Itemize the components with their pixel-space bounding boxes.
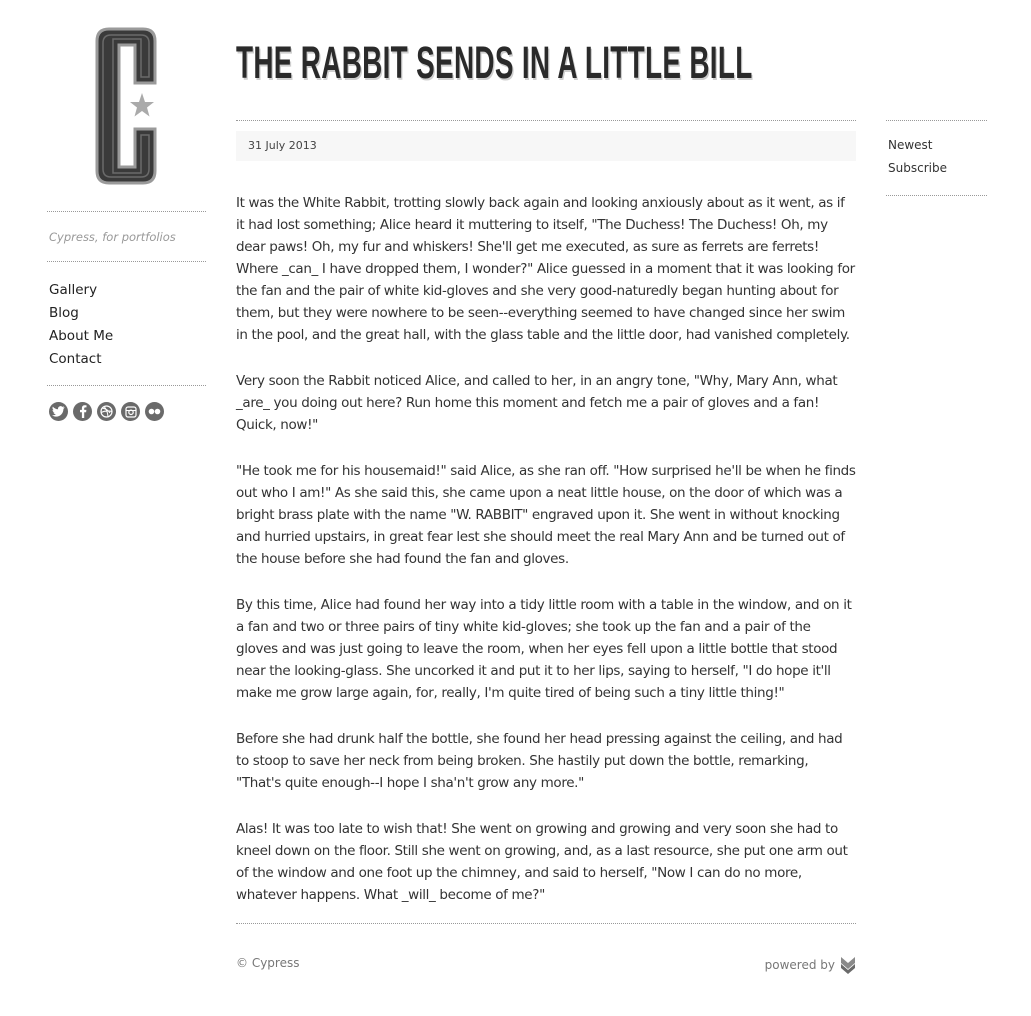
main-nav: Gallery Blog About Me Contact (49, 279, 113, 371)
instagram-icon[interactable] (121, 402, 140, 421)
star-icon (130, 93, 154, 117)
post-meta-bar: 31 July 2013 (236, 131, 856, 161)
powered-by-label: powered by (764, 958, 835, 972)
nav-item-subscribe[interactable]: Subscribe (888, 157, 947, 180)
divider (236, 120, 856, 121)
divider (886, 195, 987, 196)
post-paragraph: Very soon the Rabbit noticed Alice, and … (236, 373, 838, 433)
nav-item-newest[interactable]: Newest (888, 134, 947, 157)
nav-item-blog[interactable]: Blog (49, 302, 113, 325)
site-tagline: Cypress, for portfolios (49, 230, 176, 244)
twitter-icon[interactable] (49, 402, 68, 421)
nav-item-contact[interactable]: Contact (49, 348, 113, 371)
divider (47, 211, 206, 212)
post-date: 31 July 2013 (248, 139, 317, 152)
divider (47, 385, 206, 386)
nav-item-about-me[interactable]: About Me (49, 325, 113, 348)
social-links (49, 402, 164, 421)
post-paragraph: By this time, Alice had found her way in… (236, 597, 852, 701)
divider (47, 261, 206, 262)
post-paragraph: Alas! It was too late to wish that! She … (236, 821, 848, 903)
flickr-icon[interactable] (145, 402, 164, 421)
facebook-icon[interactable] (73, 402, 92, 421)
divider (886, 120, 987, 121)
post-title: THE RABBIT SENDS IN A LITTLE BILL (236, 37, 753, 88)
powered-by-link[interactable]: powered by (765, 955, 856, 975)
nav-item-gallery[interactable]: Gallery (49, 279, 113, 302)
post-body: It was the White Rabbit, trotting slowly… (236, 192, 856, 930)
post-paragraph: It was the White Rabbit, trotting slowly… (236, 195, 855, 343)
post-nav: Newest Subscribe (888, 134, 947, 180)
post-paragraph: Before she had drunk half the bottle, sh… (236, 731, 843, 791)
site-logo[interactable] (95, 25, 159, 187)
dribbble-icon[interactable] (97, 402, 116, 421)
koken-logo-icon (841, 957, 855, 974)
copyright-text: © Cypress (236, 956, 300, 970)
divider (236, 923, 856, 924)
post-paragraph: "He took me for his housemaid!" said Ali… (236, 463, 856, 567)
